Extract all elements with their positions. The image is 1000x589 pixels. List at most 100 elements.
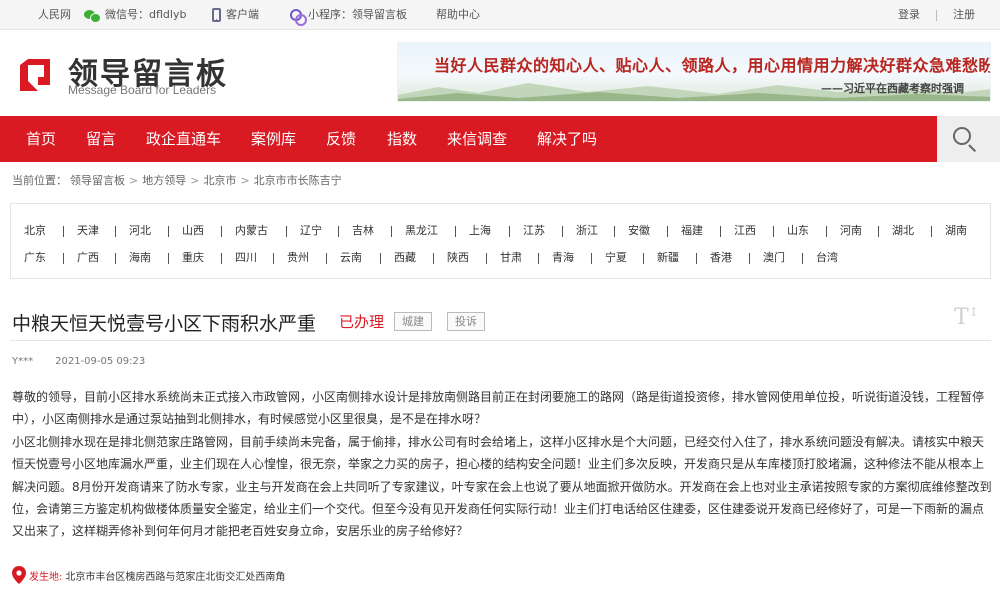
nav-survey[interactable]: 来信调查	[447, 116, 507, 162]
region-link[interactable]: 宁夏	[605, 245, 627, 271]
region-divider	[63, 226, 64, 237]
region-link[interactable]: 广西	[77, 245, 99, 271]
region-link[interactable]: 河南	[840, 218, 862, 244]
region-divider	[115, 226, 116, 237]
tag-category[interactable]: 城建	[394, 312, 432, 331]
region-link[interactable]: 香港	[710, 245, 732, 271]
region-divider	[433, 253, 434, 264]
region-link[interactable]: 山西	[182, 218, 204, 244]
help-link[interactable]: 帮助中心	[436, 0, 480, 30]
region-link[interactable]: 广东	[24, 245, 46, 271]
region-divider	[273, 253, 274, 264]
nav-solved[interactable]: 解决了吗	[537, 116, 597, 162]
phone-icon	[212, 8, 221, 22]
slogan-banner: 当好人民群众的知心人、贴心人、领路人，用心用情用力解决好群众急难愁盼问题。 ——…	[397, 42, 991, 102]
divider	[10, 340, 991, 341]
region-divider	[168, 226, 169, 237]
region-divider	[802, 253, 803, 264]
nav-home[interactable]: 首页	[26, 116, 56, 162]
content-paragraph: 尊敬的领导，目前小区排水系统尚未正式接入市政管网，小区南侧排水设计是排放南侧路目…	[12, 390, 985, 427]
post-content: 尊敬的领导，目前小区排水系统尚未正式接入市政管网，小区南侧排水设计是排放南侧路目…	[12, 386, 992, 543]
region-link[interactable]: 澳门	[763, 245, 785, 271]
region-link[interactable]: 新疆	[657, 245, 679, 271]
region-link[interactable]: 江西	[734, 218, 756, 244]
breadcrumb-item[interactable]: 领导留言板	[70, 174, 125, 187]
region-link[interactable]: 辽宁	[300, 218, 322, 244]
nav-index[interactable]: 指数	[387, 116, 417, 162]
region-divider	[221, 226, 222, 237]
region-link[interactable]: 海南	[129, 245, 151, 271]
region-link[interactable]: 天津	[77, 218, 99, 244]
region-link[interactable]: 内蒙古	[235, 218, 268, 244]
region-divider	[749, 253, 750, 264]
font-size-toggle[interactable]: T↕	[954, 305, 979, 330]
region-divider	[221, 253, 222, 264]
region-link[interactable]: 甘肃	[500, 245, 522, 271]
region-link[interactable]: 福建	[681, 218, 703, 244]
region-link[interactable]: 江苏	[523, 218, 545, 244]
breadcrumb-item[interactable]: 北京市	[203, 174, 236, 187]
region-link[interactable]: 湖南	[945, 218, 967, 244]
region-link[interactable]: 河北	[129, 218, 151, 244]
region-link[interactable]: 贵州	[287, 245, 309, 271]
region-divider	[455, 226, 456, 237]
region-link[interactable]: 陕西	[447, 245, 469, 271]
nav-cases[interactable]: 案例库	[251, 116, 296, 162]
font-size-icon: T	[954, 305, 969, 330]
top-bar: 人民网 微信号：dfldlyb 客户端 小程序：领导留言板 帮助中心 登录 注册	[0, 0, 1000, 30]
miniapp-link[interactable]: 小程序：领导留言板	[289, 0, 407, 30]
region-link[interactable]: 青海	[552, 245, 574, 271]
register-label: 注册	[953, 8, 975, 21]
miniapp-label: 小程序：领导留言板	[308, 8, 407, 21]
region-divider	[286, 226, 287, 237]
region-link[interactable]: 黑龙江	[405, 218, 438, 244]
region-divider	[115, 253, 116, 264]
region-link[interactable]: 上海	[469, 218, 491, 244]
client-link[interactable]: 客户端	[212, 0, 259, 30]
content-paragraph: 小区北侧排水现在是排北侧范家庄路管网，目前手续尚未完备，属于偷排，排水公司有时会…	[12, 434, 992, 539]
breadcrumb-item[interactable]: 北京市市长陈吉宁	[254, 174, 342, 187]
site-link[interactable]: 人民网	[38, 0, 71, 30]
breadcrumb: 当前位置： 领导留言板 > 地方领导 > 北京市 > 北京市市长陈吉宁	[12, 172, 345, 188]
region-divider	[826, 226, 827, 237]
nav-message[interactable]: 留言	[86, 116, 116, 162]
breadcrumb-item[interactable]: 地方领导	[142, 174, 186, 187]
wechat-link[interactable]: 微信号：dfldlyb	[84, 0, 186, 30]
region-link[interactable]: 云南	[340, 245, 362, 271]
divider	[936, 10, 937, 21]
register-link[interactable]: 注册	[953, 0, 975, 30]
region-link[interactable]: 浙江	[576, 218, 598, 244]
region-link[interactable]: 重庆	[182, 245, 204, 271]
site-header: 领导留言板 Message Board for Leaders 当好人民群众的知…	[0, 31, 1000, 116]
region-link[interactable]: 湖北	[892, 218, 914, 244]
location-label: 发生地:	[29, 571, 63, 583]
region-divider	[380, 253, 381, 264]
nav-feedback[interactable]: 反馈	[326, 116, 356, 162]
region-link[interactable]: 台湾	[816, 245, 838, 271]
region-divider	[643, 253, 644, 264]
region-divider	[562, 226, 563, 237]
banner-slogan: 当好人民群众的知心人、贴心人、领路人，用心用情用力解决好群众急难愁盼问题。	[434, 56, 991, 75]
region-selector: 北京 天津 河北 山西 内蒙古 辽宁 吉林 黑龙江 上海 江苏 浙江 安徽 福建 江西 山东 河南 湖北 湖南 广…	[10, 203, 991, 279]
tag-type[interactable]: 投诉	[447, 312, 485, 331]
region-link[interactable]: 四川	[235, 245, 257, 271]
wechat-label: 微信号：dfldlyb	[105, 8, 187, 21]
region-link[interactable]: 北京	[24, 218, 46, 244]
region-link[interactable]: 安徽	[628, 218, 650, 244]
region-divider	[614, 226, 615, 237]
region-divider	[486, 253, 487, 264]
region-divider	[338, 226, 339, 237]
help-label: 帮助中心	[436, 8, 480, 21]
search-button[interactable]	[937, 116, 1000, 162]
region-link[interactable]: 西藏	[394, 245, 416, 271]
post-title: 中粮天恒天悦壹号小区下雨积水严重	[12, 313, 317, 335]
logo-subtitle: Message Board for Leaders	[68, 83, 217, 97]
login-link[interactable]: 登录	[898, 0, 920, 30]
region-link[interactable]: 山东	[787, 218, 809, 244]
login-label: 登录	[898, 8, 920, 21]
region-divider	[878, 226, 879, 237]
chevron-right-icon: >	[240, 174, 250, 187]
region-link[interactable]: 吉林	[352, 218, 374, 244]
logo-icon[interactable]	[14, 55, 54, 95]
nav-enterprise[interactable]: 政企直通车	[146, 116, 221, 162]
